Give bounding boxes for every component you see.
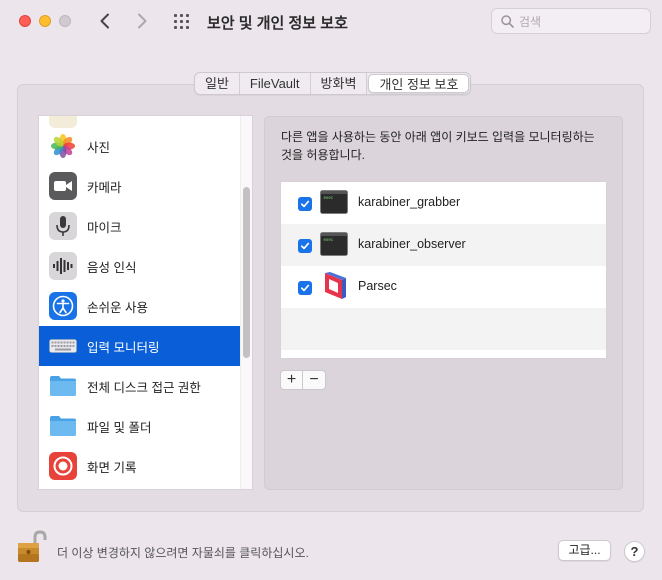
svg-text:exec: exec — [324, 195, 334, 200]
folder-icon — [49, 412, 77, 440]
accessibility-icon — [49, 292, 77, 320]
help-button[interactable]: ? — [624, 541, 645, 562]
photos-icon — [49, 132, 77, 160]
tab-privacy[interactable]: 개인 정보 보호 — [368, 74, 470, 93]
remove-app-button[interactable]: − — [303, 371, 325, 389]
back-button[interactable] — [94, 10, 116, 32]
svg-text:exec: exec — [324, 237, 334, 242]
window-title: 보안 및 개인 정보 보호 — [207, 15, 348, 32]
sidebar-item-label: 사진 — [87, 140, 111, 155]
lock-hint-text: 더 이상 변경하지 않으려면 자물쇠를 클릭하십시오. — [57, 546, 309, 560]
lock-open-icon — [18, 530, 47, 562]
chevron-left-icon — [100, 13, 109, 29]
sidebar-item-label: 손쉬운 사용 — [87, 300, 148, 315]
camera-icon — [49, 172, 77, 200]
minimize-window-button[interactable] — [39, 15, 51, 27]
add-app-button[interactable]: + — [281, 371, 303, 389]
tab-firewall[interactable]: 방화벽 — [311, 73, 368, 94]
add-remove-control: + − — [280, 370, 326, 390]
sidebar-scrollbar-thumb[interactable] — [243, 187, 250, 358]
description-text: 다른 앱을 사용하는 동안 아래 앱이 키보드 입력을 모니터링하는 것을 허용… — [281, 130, 595, 162]
checkmark-icon — [300, 284, 310, 292]
advanced-button[interactable]: 고급... — [558, 540, 611, 561]
checkmark-icon — [300, 200, 310, 208]
sidebar-item-speech-recognition[interactable]: 음성 인식 — [39, 246, 240, 286]
app-checkbox[interactable] — [298, 197, 312, 211]
sidebar-item-label: 음성 인식 — [87, 260, 137, 275]
sidebar-item-label: 카메라 — [87, 180, 122, 195]
keyboard-icon — [49, 332, 77, 360]
privacy-category-list[interactable]: 사진 카메라 마이크 음성 인식 손쉬운 사용 입력 모니터링 전체 디스크 접… — [38, 115, 253, 490]
app-checkbox[interactable] — [298, 239, 312, 253]
search-field[interactable] — [491, 8, 651, 34]
sidebar-item-label: 파일 및 폴더 — [87, 420, 152, 435]
app-row-karabiner-observer[interactable]: exec karabiner_observer — [281, 224, 606, 266]
show-all-grid-button[interactable] — [172, 12, 192, 32]
app-row-karabiner-grabber[interactable]: exec karabiner_grabber — [281, 182, 606, 224]
search-input[interactable] — [519, 13, 644, 30]
terminal-icon: exec — [320, 190, 348, 216]
terminal-icon: exec — [320, 232, 348, 258]
sidebar-item-label: 전체 디스크 접근 권한 — [87, 380, 201, 395]
sidebar-item-label: 마이크 — [87, 220, 122, 235]
sidebar-item-camera[interactable]: 카메라 — [39, 166, 240, 206]
sidebar-item-full-disk-access[interactable]: 전체 디스크 접근 권한 — [39, 366, 240, 406]
folder-icon — [49, 372, 77, 400]
tab-filevault[interactable]: FileVault — [240, 73, 311, 94]
sidebar-item-label: 화면 기록 — [87, 460, 137, 475]
speech-recognition-icon — [49, 252, 77, 280]
sidebar-item-photos[interactable]: 사진 — [39, 126, 240, 166]
screen-recording-icon — [49, 452, 77, 480]
title-bar: 보안 및 개인 정보 보호 — [0, 0, 662, 44]
checkmark-icon — [300, 242, 310, 250]
parsec-icon — [320, 272, 348, 300]
tab-bar: 일반 FileVault 방화벽 개인 정보 보호 — [194, 72, 472, 95]
sidebar-item-input-monitoring[interactable]: 입력 모니터링 — [39, 326, 240, 366]
microphone-icon — [49, 212, 77, 240]
app-list[interactable]: exec karabiner_grabber exec karabiner_ob… — [280, 181, 607, 359]
search-icon — [501, 15, 514, 28]
sidebar-item-screen-recording[interactable]: 화면 기록 — [39, 446, 240, 486]
lock-button[interactable] — [17, 530, 47, 564]
close-window-button[interactable] — [19, 15, 31, 27]
sidebar-item-microphone[interactable]: 마이크 — [39, 206, 240, 246]
app-name: Parsec — [358, 279, 397, 293]
app-row-empty — [281, 308, 606, 350]
sidebar-item-label: 입력 모니터링 — [87, 340, 160, 355]
tab-general[interactable]: 일반 — [195, 73, 240, 94]
app-row-parsec[interactable]: Parsec — [281, 266, 606, 308]
forward-button[interactable] — [131, 10, 153, 32]
app-checkbox[interactable] — [298, 281, 312, 295]
app-name: karabiner_grabber — [358, 195, 461, 209]
sidebar-item-accessibility[interactable]: 손쉬운 사용 — [39, 286, 240, 326]
sidebar-item-files-and-folders[interactable]: 파일 및 폴더 — [39, 406, 240, 446]
chevron-right-icon — [138, 13, 147, 29]
app-name: karabiner_observer — [358, 237, 466, 251]
zoom-window-button[interactable] — [59, 15, 71, 27]
